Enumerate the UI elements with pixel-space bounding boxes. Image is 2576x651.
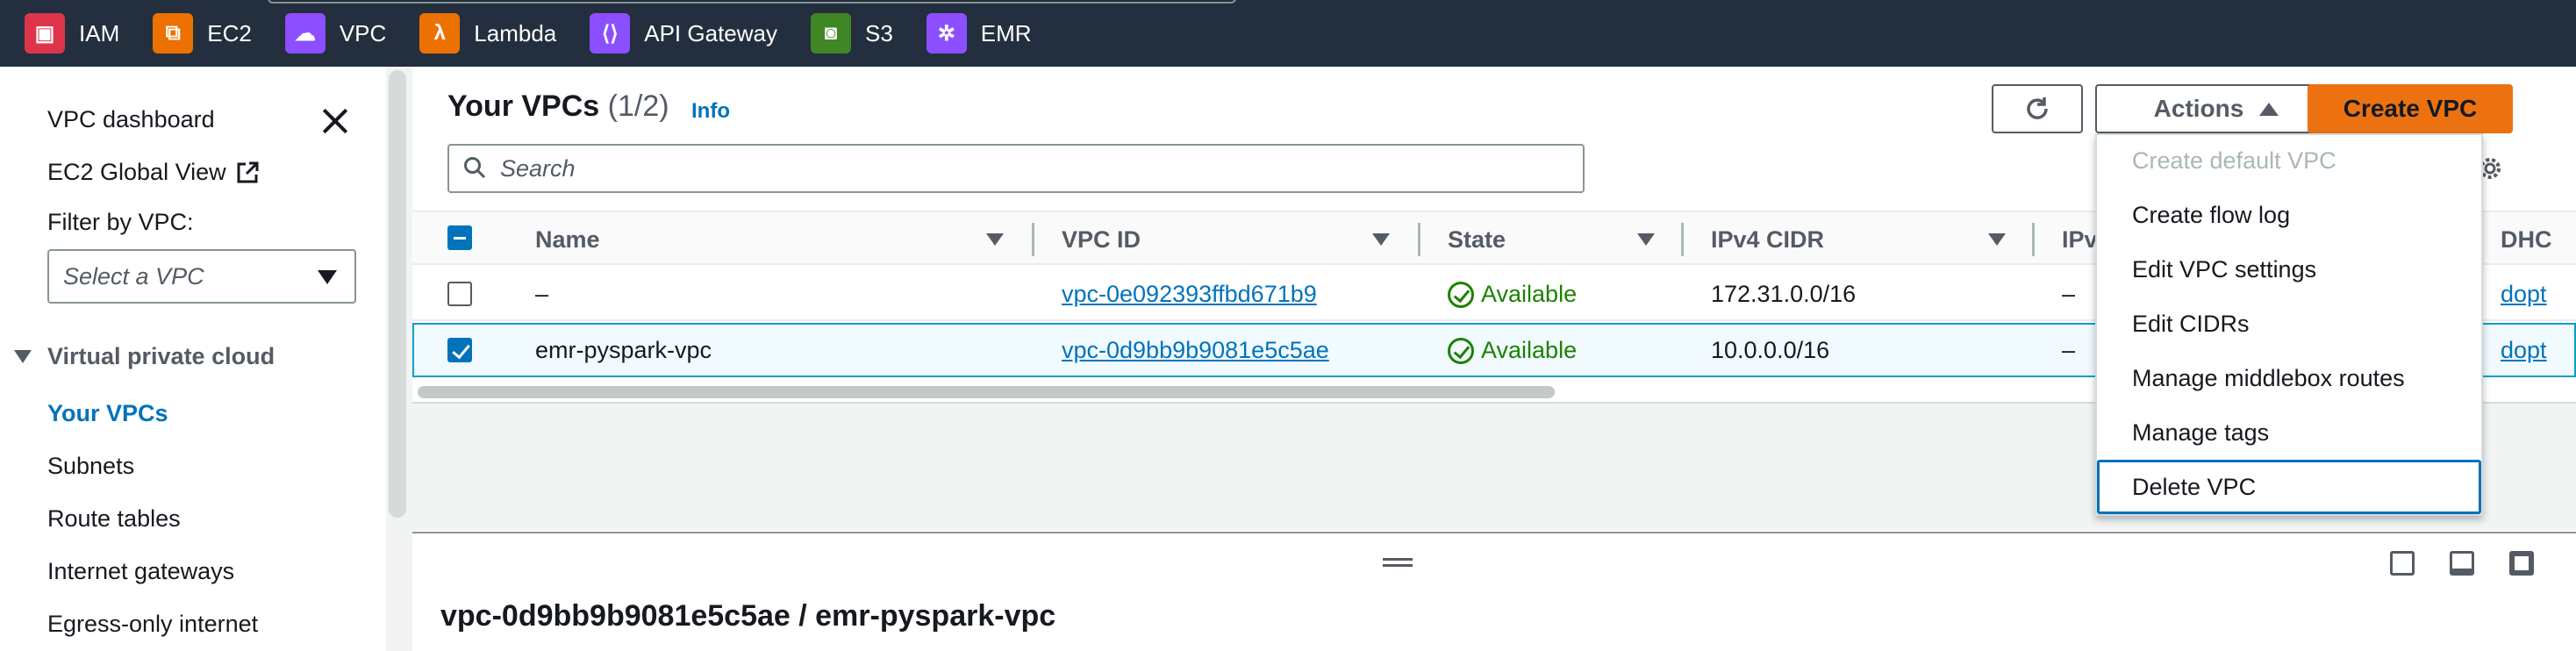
favorites-bar: ▣ IAM ⧉ EC2 ☁ VPC λ Lambda ⟨⟩ API Gatewa… xyxy=(0,0,2576,67)
sort-icon[interactable] xyxy=(1372,233,1390,246)
status-available: Available xyxy=(1448,337,1577,364)
selection-count: (1/2) xyxy=(607,89,669,123)
refresh-icon xyxy=(2027,97,2048,119)
api-gateway-icon: ⟨⟩ xyxy=(590,13,631,54)
dhcp-options-link[interactable]: dopt xyxy=(2501,281,2547,308)
column-divider[interactable] xyxy=(1418,223,1420,256)
caret-up-icon xyxy=(2259,102,2279,116)
page-title: Your VPCs (1/2) xyxy=(447,89,669,123)
global-search-edge[interactable] xyxy=(268,0,1236,4)
select-all-checkbox[interactable] xyxy=(447,225,472,250)
vpc-id-link[interactable]: vpc-0e092393ffbd671b9 xyxy=(1062,281,1317,308)
menu-item-create-flow-log[interactable]: Create flow log xyxy=(2132,202,2290,229)
ipv4-cidr: 172.31.0.0/16 xyxy=(1711,281,1857,307)
column-divider[interactable] xyxy=(2032,223,2035,256)
search-icon xyxy=(464,157,486,179)
menu-item-edit-cidrs[interactable]: Edit CIDRs xyxy=(2132,311,2250,338)
actions-dropdown-menu: Create default VPC Create flow log Edit … xyxy=(2095,133,2483,516)
refresh-button[interactable] xyxy=(1992,84,2083,133)
favorite-emr[interactable]: ✲ EMR xyxy=(926,13,1032,54)
vpc-name: emr-pyspark-vpc xyxy=(535,337,712,363)
filter-by-vpc-label: Filter by VPC: xyxy=(47,209,194,235)
menu-item-delete-vpc[interactable]: Delete VPC xyxy=(2132,474,2256,501)
vpc-name: – xyxy=(535,281,549,307)
emr-icon: ✲ xyxy=(926,13,967,54)
row-checkbox[interactable] xyxy=(447,338,472,362)
panel-full-icon[interactable] xyxy=(2509,551,2534,576)
column-header-name[interactable]: Name xyxy=(535,226,600,254)
sidebar-item-your-vpcs[interactable]: Your VPCs xyxy=(47,400,168,427)
s3-icon: ◙ xyxy=(810,13,851,54)
vpc-id-link[interactable]: vpc-0d9bb9b9081e5c5ae xyxy=(1062,337,1329,364)
external-link-icon xyxy=(237,161,259,182)
check-circle-icon xyxy=(1448,281,1474,308)
lambda-icon: λ xyxy=(419,13,461,54)
ipv6-cidr: – xyxy=(2062,281,2076,307)
row-checkbox[interactable] xyxy=(447,282,472,306)
column-divider[interactable] xyxy=(1032,223,1034,256)
ipv4-cidr: 10.0.0.0/16 xyxy=(1711,337,1830,363)
sidebar-scrollbar[interactable] xyxy=(389,70,406,518)
favorite-lambda[interactable]: λ Lambda xyxy=(419,13,556,54)
menu-item-create-default-vpc: Create default VPC xyxy=(2132,147,2336,174)
sort-icon[interactable] xyxy=(986,233,1004,246)
create-vpc-button[interactable]: Create VPC xyxy=(2308,84,2513,133)
column-header-ipv6[interactable]: IPv xyxy=(2062,226,2098,254)
menu-item-manage-middlebox-routes[interactable]: Manage middlebox routes xyxy=(2132,365,2405,392)
sort-icon[interactable] xyxy=(1988,233,2006,246)
column-header-vpc-id[interactable]: VPC ID xyxy=(1062,226,1141,254)
column-header-ipv4-cidr[interactable]: IPv4 CIDR xyxy=(1711,226,1824,254)
column-header-dhcp[interactable]: DHC xyxy=(2501,226,2552,254)
sidebar-item-vpc-dashboard[interactable]: VPC dashboard xyxy=(47,106,215,133)
favorite-vpc[interactable]: ☁ VPC xyxy=(284,13,386,54)
favorite-ec2[interactable]: ⧉ EC2 xyxy=(153,13,252,54)
sidebar-item-internet-gateways[interactable]: Internet gateways xyxy=(47,558,234,585)
details-title: vpc-0d9bb9b9081e5c5ae / emr-pyspark-vpc xyxy=(440,599,1056,633)
menu-item-edit-vpc-settings[interactable]: Edit VPC settings xyxy=(2132,256,2316,283)
panel-side-icon[interactable] xyxy=(2450,551,2474,576)
dhcp-options-link[interactable]: dopt xyxy=(2501,337,2547,364)
table-horizontal-scrollbar[interactable] xyxy=(418,386,1555,398)
sidebar-item-egress-only[interactable]: Egress-only internet xyxy=(47,611,258,638)
sidebar-item-subnets[interactable]: Subnets xyxy=(47,453,134,480)
section-virtual-private-cloud[interactable]: Virtual private cloud xyxy=(14,343,275,370)
favorite-iam[interactable]: ▣ IAM xyxy=(25,13,119,54)
menu-item-manage-tags[interactable]: Manage tags xyxy=(2132,419,2269,447)
sidebar-item-ec2-global-view[interactable]: EC2 Global View xyxy=(47,159,260,186)
column-header-state[interactable]: State xyxy=(1448,226,1506,254)
close-icon[interactable] xyxy=(318,104,353,139)
panel-bottom-icon[interactable] xyxy=(2390,551,2415,576)
resize-handle-icon[interactable] xyxy=(1383,558,1413,567)
favorite-api-gateway[interactable]: ⟨⟩ API Gateway xyxy=(590,13,777,54)
ec2-icon: ⧉ xyxy=(153,13,194,54)
check-circle-icon xyxy=(1448,337,1474,364)
ipv6-cidr: – xyxy=(2062,337,2076,363)
sidebar-item-route-tables[interactable]: Route tables xyxy=(47,505,181,533)
search-input[interactable]: Search xyxy=(447,144,1585,193)
sort-icon[interactable] xyxy=(1637,233,1655,246)
actions-button[interactable]: Actions xyxy=(2095,84,2337,133)
column-divider[interactable] xyxy=(1681,223,1684,256)
favorite-s3[interactable]: ◙ S3 xyxy=(810,13,893,54)
iam-icon: ▣ xyxy=(25,13,65,54)
vpc-filter-select[interactable]: Select a VPC xyxy=(47,249,356,304)
caret-down-icon xyxy=(14,350,32,363)
vpc-icon: ☁ xyxy=(284,13,326,54)
caret-down-icon xyxy=(318,270,337,284)
info-link[interactable]: Info xyxy=(691,99,730,124)
status-available: Available xyxy=(1448,281,1577,308)
